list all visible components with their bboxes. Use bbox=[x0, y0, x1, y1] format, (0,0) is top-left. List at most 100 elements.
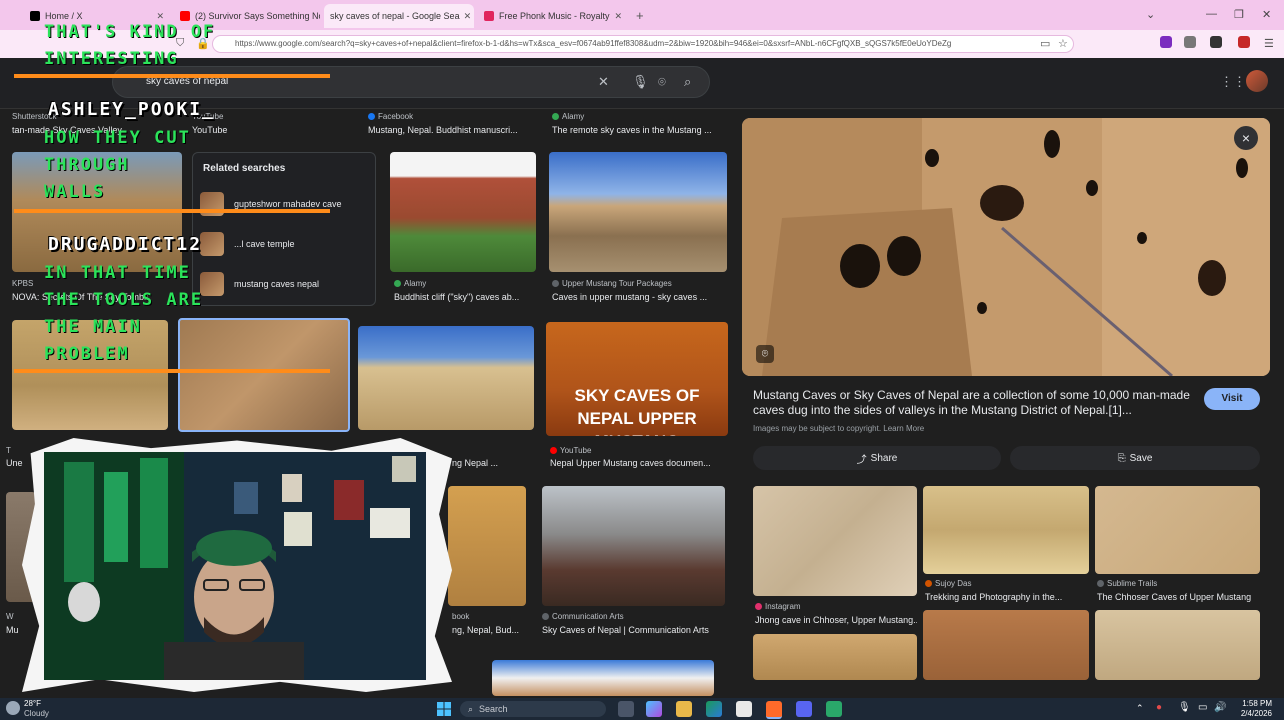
bookmark-star-icon[interactable]: ☆ bbox=[1058, 37, 1068, 50]
minimize-icon[interactable]: — bbox=[1206, 8, 1217, 20]
webcam-feed bbox=[44, 452, 426, 680]
result-caption[interactable]: Trekking and Photography in the... bbox=[925, 592, 1089, 602]
related-image[interactable] bbox=[753, 634, 917, 680]
close-tab-icon[interactable]: ✕ bbox=[610, 11, 622, 22]
extension-icon[interactable] bbox=[1238, 36, 1250, 48]
selected-result-image[interactable] bbox=[178, 318, 350, 432]
result-caption[interactable]: Buddhist cliff ("sky") caves ab... bbox=[394, 292, 536, 302]
result-caption[interactable]: ng, Nepal, Bud... bbox=[452, 625, 536, 635]
related-image[interactable] bbox=[923, 610, 1089, 680]
related-search-item[interactable]: ...l cave temple bbox=[200, 230, 295, 258]
firefox-icon[interactable] bbox=[766, 701, 782, 719]
tab-label: Home / X bbox=[45, 11, 83, 21]
result-caption[interactable]: Mustang, Nepal. Buddhist manuscri... bbox=[368, 125, 532, 135]
tab-list-chevron-icon[interactable]: ⌄ bbox=[1146, 8, 1155, 21]
instagram-icon bbox=[755, 603, 762, 611]
chat-username: ASHLEY_POOKI_ bbox=[48, 99, 215, 120]
preview-description: Mustang Caves or Sky Caves of Nepal are … bbox=[753, 388, 1190, 417]
extensions-puzzle-icon[interactable] bbox=[1184, 36, 1196, 48]
save-button[interactable]: ⎘ Save bbox=[1010, 446, 1260, 470]
chat-message-line: PROBLEM bbox=[44, 344, 130, 364]
result-image[interactable] bbox=[390, 152, 536, 272]
close-tab-icon[interactable]: ✕ bbox=[460, 11, 472, 22]
related-thumbnail bbox=[200, 272, 224, 296]
tab-label: sky caves of nepal - Google Sea bbox=[330, 11, 460, 21]
related-search-item[interactable]: gupteshwor mahadev cave bbox=[200, 190, 342, 218]
voice-search-icon[interactable]: 🎙 bbox=[632, 74, 649, 90]
maximize-icon[interactable]: ❐ bbox=[1234, 8, 1244, 21]
taskbar-search[interactable]: ⌕ Search bbox=[460, 701, 606, 717]
facebook-icon bbox=[368, 113, 375, 121]
result-image[interactable] bbox=[542, 486, 725, 606]
result-image[interactable] bbox=[549, 152, 727, 272]
url-bar[interactable]: https://www.google.com/search?q=sky+cave… bbox=[212, 35, 1074, 53]
close-window-icon[interactable]: ✕ bbox=[1262, 8, 1271, 21]
app-icon[interactable] bbox=[826, 701, 842, 717]
account-avatar[interactable] bbox=[1246, 70, 1268, 92]
result-caption[interactable]: Mu bbox=[6, 625, 36, 635]
store-icon[interactable] bbox=[736, 701, 752, 717]
lens-icon[interactable]: ⌾ bbox=[756, 345, 774, 363]
result-source: W bbox=[6, 612, 14, 621]
result-image[interactable] bbox=[448, 486, 526, 606]
windows-start-icon[interactable] bbox=[436, 701, 452, 717]
result-image[interactable] bbox=[358, 326, 534, 430]
cloud-weather-icon[interactable] bbox=[6, 701, 20, 715]
result-caption[interactable]: The Chhoser Caves of Upper Mustang bbox=[1097, 592, 1261, 602]
tab-google-search[interactable]: sky caves of nepal - Google Sea ✕ bbox=[324, 4, 474, 28]
clear-search-icon[interactable]: ✕ bbox=[598, 74, 609, 90]
chat-highlight-line bbox=[14, 74, 330, 78]
tab-label: Free Phonk Music - Royalty bbox=[499, 11, 610, 21]
related-image[interactable] bbox=[1095, 486, 1260, 574]
result-source: Facebook bbox=[368, 112, 528, 121]
chat-highlight-line bbox=[14, 209, 330, 213]
microphone-icon[interactable]: 🎙 bbox=[1178, 702, 1191, 713]
result-caption[interactable]: Caves in upper mustang - sky caves ... bbox=[552, 292, 730, 302]
file-explorer-icon[interactable] bbox=[676, 701, 692, 717]
extension-icon[interactable] bbox=[1210, 36, 1222, 48]
reader-view-icon[interactable]: ▭ bbox=[1040, 37, 1050, 50]
chat-highlight-line bbox=[14, 369, 330, 373]
task-view-icon[interactable] bbox=[618, 701, 634, 717]
new-tab-button[interactable]: + bbox=[636, 8, 644, 23]
result-caption[interactable]: The remote sky caves in the Mustang ... bbox=[552, 125, 730, 135]
display-icon[interactable]: ▭ bbox=[1198, 702, 1207, 713]
edge-browser-icon[interactable] bbox=[706, 701, 722, 717]
clock-time[interactable]: 1:58 PM bbox=[1236, 699, 1272, 708]
menu-icon[interactable]: ☰ bbox=[1264, 37, 1274, 50]
alamy-icon bbox=[552, 113, 559, 121]
extension-icon[interactable] bbox=[1160, 36, 1172, 48]
close-preview-button[interactable]: × bbox=[1234, 126, 1258, 150]
close-tab-icon[interactable]: ✕ bbox=[152, 11, 164, 22]
chat-message-line: WALLS bbox=[44, 182, 106, 202]
tray-app-icon[interactable]: ● bbox=[1156, 702, 1162, 713]
tray-chevron-icon[interactable]: ⌃ bbox=[1136, 703, 1144, 714]
share-button[interactable]: ⤴ Share bbox=[753, 446, 1001, 470]
chat-message-line: THE MAIN bbox=[44, 317, 142, 337]
result-caption[interactable]: Nepal Upper Mustang caves documen... bbox=[550, 458, 728, 468]
related-image[interactable] bbox=[753, 486, 917, 596]
result-caption[interactable]: Sky Caves of Nepal | Communication Arts bbox=[542, 625, 728, 635]
related-searches-title: Related searches bbox=[203, 163, 286, 174]
result-caption[interactable]: YouTube bbox=[192, 125, 292, 135]
result-image[interactable]: SKY CAVES OF NEPAL UPPER MUSTANG bbox=[546, 322, 728, 436]
preview-image[interactable] bbox=[742, 118, 1270, 376]
related-image[interactable] bbox=[923, 486, 1089, 574]
related-image[interactable] bbox=[1095, 610, 1260, 680]
clock-date[interactable]: 2/4/2026 bbox=[1234, 709, 1272, 718]
weather-temp[interactable]: 28°F bbox=[24, 699, 41, 708]
tab-label: (2) Survivor Says Something No bbox=[195, 11, 320, 21]
visit-button[interactable]: Visit bbox=[1204, 388, 1260, 410]
copilot-icon[interactable] bbox=[646, 701, 662, 717]
copyright-notice[interactable]: Images may be subject to copyright. Lear… bbox=[753, 424, 924, 433]
result-caption[interactable]: ng Nepal ... bbox=[452, 458, 542, 468]
result-caption[interactable]: Jhong cave in Chhoser, Upper Mustang... bbox=[755, 615, 917, 625]
search-icon[interactable]: ⌕ bbox=[684, 74, 691, 90]
speaker-icon[interactable]: 🔊 bbox=[1214, 702, 1226, 713]
related-search-item[interactable]: mustang caves nepal bbox=[200, 270, 319, 298]
discord-icon[interactable] bbox=[796, 701, 812, 717]
result-image[interactable] bbox=[492, 660, 714, 696]
lens-search-icon[interactable]: ⌾ bbox=[658, 74, 666, 90]
tab-phonk-music[interactable]: Free Phonk Music - Royalty ✕ bbox=[478, 4, 628, 28]
weather-desc[interactable]: Cloudy bbox=[24, 709, 49, 718]
